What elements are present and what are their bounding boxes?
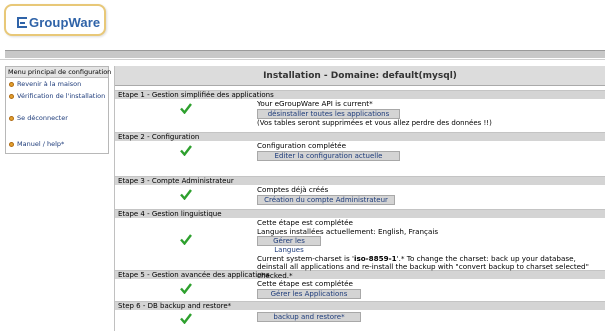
check-icon: [180, 103, 192, 114]
manage-apps-button[interactable]: Gérer les Applications: [257, 288, 361, 299]
main-panel: Installation - Domaine: default(mysql) E…: [114, 66, 605, 331]
step-3-header: Etape 3 - Compte Administrateur: [115, 176, 605, 185]
page-title: Installation - Domaine: default(mysql): [115, 66, 605, 86]
sidebar-item-logout[interactable]: Se déconnecter: [6, 112, 108, 124]
installed-languages: Langues installées actuellement: English…: [257, 226, 439, 236]
sidebar-title: Menu principal de configuration: [6, 67, 112, 78]
step-3-status: Comptes déjà créés: [257, 185, 329, 194]
backup-restore-button[interactable]: backup and restore*: [257, 312, 361, 322]
step-2: Configuration complétée Editer la config…: [115, 141, 605, 176]
step-1: Your eGroupWare API is current* désinsta…: [115, 99, 605, 132]
uninstall-all-apps-button[interactable]: désinstaller toutes les applications: [257, 108, 400, 119]
step-1-status: Your eGroupWare API is current*: [257, 99, 373, 108]
logo-text: GroupWare: [17, 15, 100, 30]
step-4: Cette étape est complétée Langues instal…: [115, 218, 605, 279]
check-icon: [180, 234, 192, 245]
check-icon: [180, 313, 192, 324]
sidebar-item-check-install[interactable]: Vérification de l'installation: [6, 90, 108, 102]
sidebar-item-manual[interactable]: Manuel / help*: [6, 138, 108, 150]
step-1-header: Etape 1 - Gestion simplifiée des applica…: [115, 90, 605, 99]
bullet-icon: [9, 115, 14, 121]
step-5-status: Cette étape est complétée: [257, 279, 353, 288]
bullet-icon: [9, 81, 14, 87]
bullet-icon: [9, 141, 14, 147]
step-3: Comptes déjà créés Création du compte Ad…: [115, 185, 605, 209]
sidebar: Menu principal de configuration Revenir …: [5, 66, 112, 154]
check-icon: [180, 283, 192, 294]
step-6: backup and restore*: [115, 310, 605, 330]
logo-e-icon: [17, 17, 27, 28]
step-2-status: Configuration complétée: [257, 141, 347, 150]
charset-info: Current system-charset is 'iso-8859-1'.*…: [257, 253, 589, 280]
step-5: Cette étape est complétée Gérer les Appl…: [115, 279, 605, 301]
check-icon: [180, 145, 192, 156]
bullet-icon: [9, 93, 14, 99]
navbar: [5, 50, 605, 58]
logo[interactable]: GroupWare: [4, 4, 106, 36]
manage-languages-button[interactable]: Gérer les Langues: [257, 236, 321, 254]
create-admin-button[interactable]: Création du compte Administrateur: [257, 194, 395, 205]
sidebar-item-home[interactable]: Revenir à la maison: [6, 78, 108, 90]
step-1-warning: (Vos tables seront supprimées et vous al…: [257, 118, 492, 127]
check-icon: [180, 189, 192, 200]
step-6-header: Step 6 - DB backup and restore*: [115, 301, 605, 310]
edit-config-button[interactable]: Editer la configuration actuelle: [257, 150, 400, 161]
step-4-header: Etape 4 - Gestion linguistique: [115, 209, 605, 218]
step-2-header: Etape 2 - Configuration: [115, 132, 605, 141]
